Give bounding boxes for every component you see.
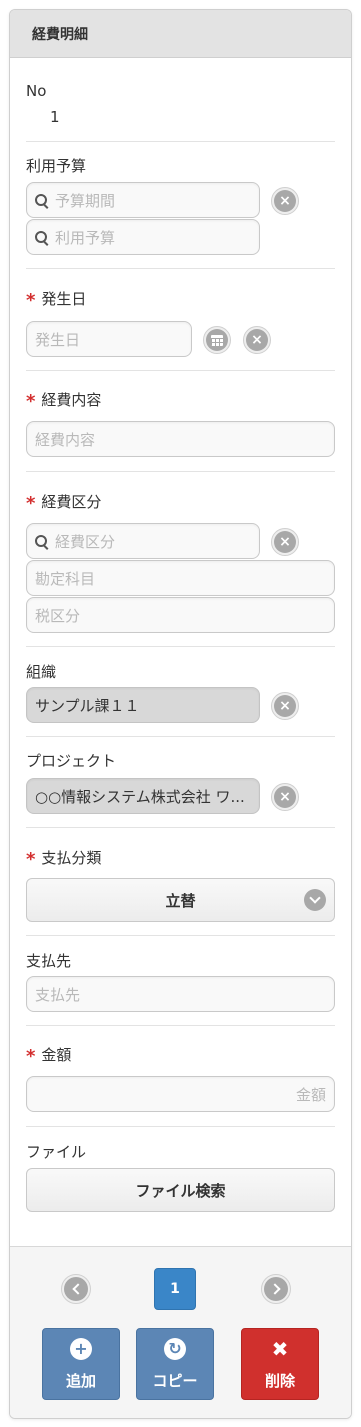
payment-type-select[interactable]: 立替 — [26, 878, 335, 922]
close-icon: × — [246, 329, 268, 351]
panel-title: 経費明細 — [10, 10, 351, 58]
budget-period-placeholder: 予算期間 — [55, 191, 116, 210]
required-mark: * — [26, 290, 36, 311]
organization-value: サンプル課１１ — [35, 696, 140, 715]
account-placeholder: 勘定科目 — [35, 569, 96, 588]
delete-button[interactable]: ✖ 削除 — [241, 1328, 319, 1400]
date-input[interactable]: 発生日 — [26, 321, 192, 357]
category-label-text: 経費区分 — [41, 493, 102, 511]
category-placeholder: 経費区分 — [55, 532, 116, 551]
calendar-button[interactable] — [203, 326, 231, 354]
content-label: * 経費内容 — [26, 389, 102, 412]
required-mark: * — [26, 493, 36, 514]
divider — [26, 935, 335, 936]
copy-button[interactable]: ↻ コピー — [136, 1328, 214, 1400]
file-label: ファイル — [26, 1143, 87, 1161]
organization-clear-button[interactable]: × — [271, 692, 299, 720]
divider — [26, 370, 335, 371]
delete-icon: ✖ — [271, 1336, 289, 1361]
search-icon — [35, 194, 47, 206]
prev-page-button[interactable] — [61, 1274, 91, 1304]
project-value: ○○情報システム株式会社 ワ... — [35, 787, 245, 806]
payment-type-label: * 支払分類 — [26, 847, 102, 870]
divider — [26, 268, 335, 269]
budget-label: 利用予算 — [26, 157, 87, 175]
divider — [26, 827, 335, 828]
required-mark: * — [26, 1046, 36, 1067]
add-label: 追加 — [65, 1371, 96, 1390]
chevron-down-icon — [304, 889, 326, 911]
chevron-left-icon — [64, 1277, 88, 1301]
date-label: * 発生日 — [26, 288, 87, 311]
close-icon: × — [274, 786, 296, 808]
close-icon: × — [274, 190, 296, 212]
required-mark: * — [26, 849, 36, 870]
date-clear-button[interactable]: × — [243, 326, 271, 354]
current-page-button[interactable]: 1 — [154, 1268, 196, 1310]
tax-placeholder: 税区分 — [35, 606, 81, 625]
divider — [26, 1126, 335, 1127]
project-clear-button[interactable]: × — [271, 783, 299, 811]
category-label: * 経費区分 — [26, 491, 102, 514]
content-label-text: 経費内容 — [41, 391, 102, 409]
project-label: プロジェクト — [26, 752, 117, 770]
content-placeholder: 経費内容 — [35, 430, 96, 449]
payee-input[interactable]: 支払先 — [26, 976, 335, 1012]
amount-placeholder: 金額 — [295, 1085, 326, 1104]
delete-label: 削除 — [264, 1371, 295, 1390]
category-clear-button[interactable]: × — [271, 528, 299, 556]
search-icon — [35, 535, 47, 547]
budget-input[interactable]: 利用予算 — [26, 219, 260, 255]
amount-input[interactable]: 金額 — [26, 1076, 335, 1112]
tax-input[interactable]: 税区分 — [26, 597, 335, 633]
required-mark: * — [26, 391, 36, 412]
payee-label: 支払先 — [26, 952, 72, 970]
expense-detail-panel: 経費明細 No 1 利用予算 予算期間 × 利用予算 * 発生日 発生日 × * 経… — [9, 9, 352, 1419]
account-input[interactable]: 勘定科目 — [26, 560, 335, 596]
date-label-text: 発生日 — [41, 290, 87, 308]
divider — [26, 141, 335, 142]
organization-field[interactable]: サンプル課１１ — [26, 687, 260, 723]
payment-type-label-text: 支払分類 — [41, 849, 102, 867]
copy-label: コピー — [152, 1371, 198, 1390]
divider — [26, 471, 335, 472]
budget-period-input[interactable]: 予算期間 — [26, 182, 260, 218]
category-input[interactable]: 経費区分 — [26, 523, 260, 559]
close-icon: × — [274, 695, 296, 717]
budget-placeholder: 利用予算 — [55, 228, 116, 247]
project-field[interactable]: ○○情報システム株式会社 ワ... — [26, 778, 260, 814]
divider — [26, 1025, 335, 1026]
divider — [26, 646, 335, 647]
budget-clear-button[interactable]: × — [271, 187, 299, 215]
file-search-button[interactable]: ファイル検索 — [26, 1168, 335, 1212]
add-button[interactable]: + 追加 — [42, 1328, 120, 1400]
copy-icon: ↻ — [164, 1337, 186, 1360]
chevron-right-icon — [264, 1277, 288, 1301]
search-icon — [35, 231, 47, 243]
payee-placeholder: 支払先 — [35, 985, 81, 1004]
divider — [26, 736, 335, 737]
file-search-label: ファイル検索 — [135, 1181, 226, 1200]
content-input[interactable]: 経費内容 — [26, 421, 335, 457]
organization-label: 組織 — [26, 663, 57, 681]
date-placeholder: 発生日 — [35, 330, 81, 349]
next-page-button[interactable] — [261, 1274, 291, 1304]
no-value: 1 — [50, 108, 60, 126]
no-label: No — [26, 82, 47, 100]
calendar-icon — [206, 329, 228, 351]
amount-label: * 金額 — [26, 1044, 72, 1067]
plus-icon: + — [70, 1337, 92, 1360]
payment-type-value: 立替 — [165, 891, 196, 910]
close-icon: × — [274, 531, 296, 553]
amount-label-text: 金額 — [41, 1046, 72, 1064]
panel-footer: 1 + 追加 ↻ コピー ✖ 削除 — [10, 1246, 351, 1418]
